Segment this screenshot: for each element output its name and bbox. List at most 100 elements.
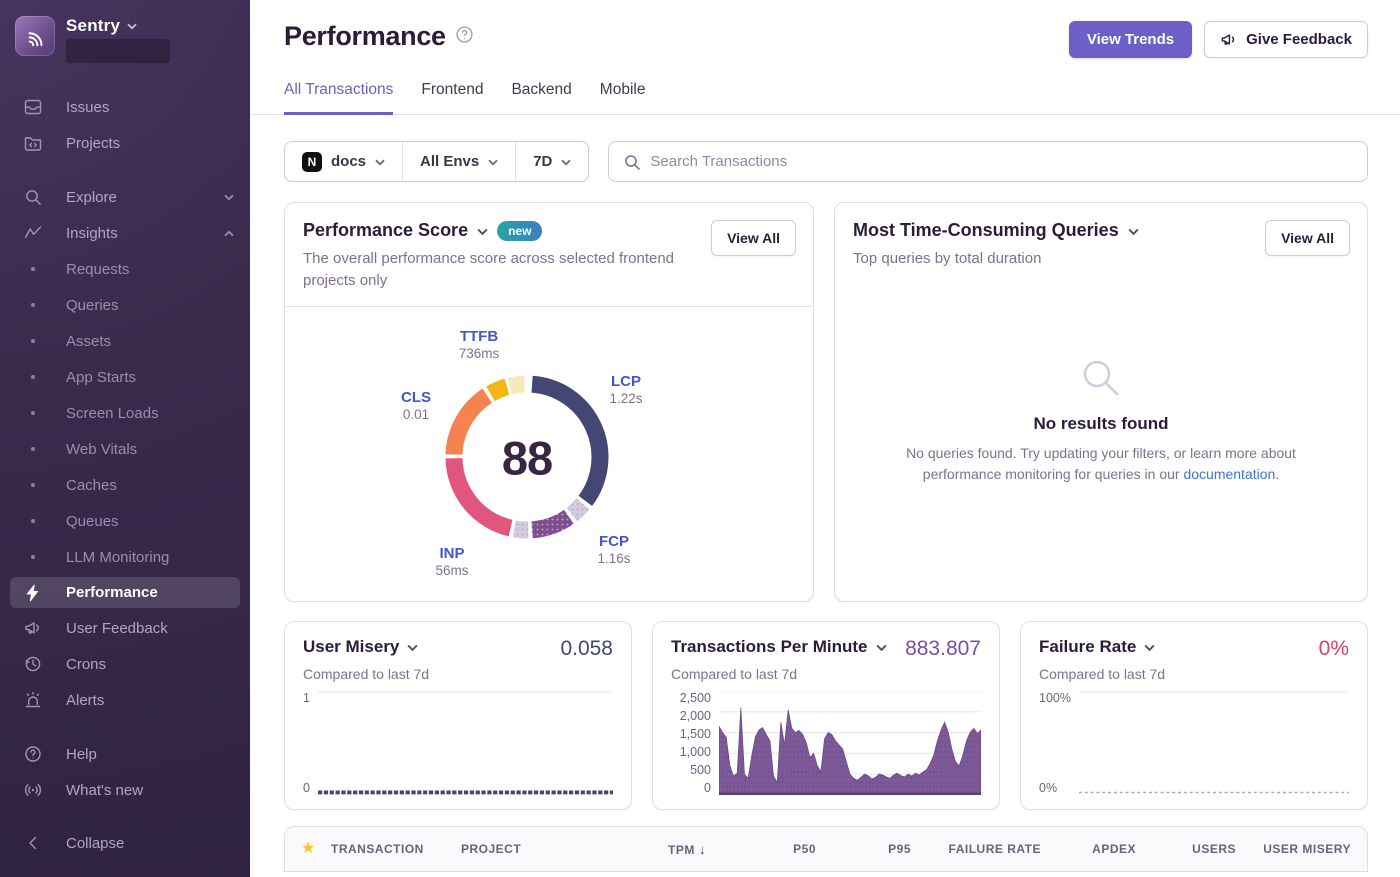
sidebar-item-requests[interactable]: Requests [0,251,250,287]
column-header-apdex[interactable]: APDEX [1041,842,1136,856]
y-axis-min: 0 [303,781,310,795]
sidebar-item-issues[interactable]: Issues [0,89,250,125]
vital-value: 56ms [435,563,468,580]
sidebar-item-explore[interactable]: Explore [0,179,250,215]
chevron-down-icon [488,153,498,170]
queries-card-title[interactable]: Most Time-Consuming Queries [853,220,1139,241]
tpm-title[interactable]: Transactions Per Minute [671,637,887,657]
sidebar-item-what-s-new[interactable]: What's new [0,772,250,808]
nav-support: Help What's new [0,736,250,808]
chevron-down-icon [1128,220,1139,241]
sidebar-item-label: Projects [66,135,120,152]
y-axis-max: 100% [1039,691,1071,705]
vital-name[interactable]: CLS [401,389,431,408]
column-header-p50[interactable]: P50 [706,842,816,856]
sidebar-item-app-starts[interactable]: App Starts [0,359,250,395]
search-icon [624,154,640,170]
tab-backend[interactable]: Backend [511,81,571,114]
sidebar-item-help[interactable]: Help [0,736,250,772]
empty-state: No results found No queries found. Try u… [835,270,1367,601]
column-header-transaction[interactable]: TRANSACTION [331,842,461,856]
vital-name[interactable]: TTFB [459,328,500,347]
failure-rate-title[interactable]: Failure Rate [1039,637,1155,657]
help-icon [24,745,42,763]
column-header-users[interactable]: USERS [1136,842,1236,856]
issues-icon [24,98,42,116]
failure-rate-card: Failure Rate 0% Compared to last 7d 100%… [1020,621,1368,810]
brand-name: Sentry [66,16,120,36]
magnifier-icon [1078,355,1124,401]
column-header-tpm[interactable]: TPM ↓ [596,842,706,857]
sidebar-item-screen-loads[interactable]: Screen Loads [0,395,250,431]
vital-value: 736ms [459,346,500,363]
date-range-filter[interactable]: 7D [515,142,588,181]
give-feedback-button[interactable]: Give Feedback [1204,21,1368,58]
tab-all-transactions[interactable]: All Transactions [284,81,393,115]
chevron-down-icon [224,194,234,201]
tpm-chart [719,691,981,795]
view-trends-button[interactable]: View Trends [1069,21,1192,58]
sidebar-item-caches[interactable]: Caches [0,467,250,503]
new-badge: new [497,221,542,241]
user-misery-title[interactable]: User Misery [303,637,418,657]
sidebar-item-web-vitals[interactable]: Web Vitals [0,431,250,467]
performance-score-title[interactable]: Performance Score new [303,220,693,241]
user-misery-subtitle: Compared to last 7d [303,666,613,682]
vital-name[interactable]: INP [435,545,468,564]
performance-score-donut-chart: 88 TTFB736msLCP1.22sCLS0.01INP56msFCP1.1… [285,307,813,605]
tab-frontend[interactable]: Frontend [421,81,483,114]
project-filter[interactable]: N docs [285,142,402,181]
sidebar-item-assets[interactable]: Assets [0,323,250,359]
column-header-failure-rate[interactable]: FAILURE RATE [911,842,1041,856]
sidebar-item-label: Issues [66,99,109,116]
sidebar-item-collapse[interactable]: Collapse [0,825,250,861]
sidebar-item-label: Insights [66,225,118,242]
sidebar-item-label: Help [66,746,97,763]
sidebar-item-llm-monitoring[interactable]: LLM Monitoring [0,539,250,575]
transactions-table-header: ★TRANSACTIONPROJECTTPM ↓P50P95FAILURE RA… [285,827,1367,871]
bullet-dot [24,303,42,307]
bullet-dot [24,411,42,415]
sidebar-item-insights[interactable]: Insights [0,215,250,251]
filter-bar: N docs All Envs 7D [250,115,1400,182]
question-circle-icon[interactable] [456,26,473,48]
chevron-down-icon [561,153,571,170]
give-feedback-label: Give Feedback [1246,31,1352,48]
sidebar-item-label: LLM Monitoring [66,549,169,566]
sidebar-item-queues[interactable]: Queues [0,503,250,539]
search-transactions-box[interactable] [608,141,1368,182]
performance-score-view-all-button[interactable]: View All [711,220,796,256]
bullet-dot [24,339,42,343]
documentation-link[interactable]: documentation [1183,466,1275,482]
column-header-user-misery[interactable]: USER MISERY [1236,842,1351,856]
queries-view-all-button[interactable]: View All [1265,220,1350,256]
sidebar-item-user-feedback[interactable]: User Feedback [0,610,250,646]
search-transactions-input[interactable] [650,153,1352,170]
star-icon[interactable]: ★ [301,841,331,857]
environment-filter[interactable]: All Envs [402,142,515,181]
bullet-dot [24,519,42,523]
main-content: Performance View Trends Give Feedback Al… [250,0,1400,877]
sidebar-item-queries[interactable]: Queries [0,287,250,323]
sidebar-item-label: Queues [66,513,119,530]
column-header-p95[interactable]: P95 [816,842,911,856]
vital-label-fcp: FCP1.16s [597,533,630,569]
sidebar-item-performance[interactable]: Performance [10,577,240,608]
performance-score-card: Performance Score new The overall perfor… [284,202,814,602]
y-axis-tick: 0 [671,781,711,795]
chevron-down-icon [477,220,488,241]
sidebar-item-crons[interactable]: Crons [0,646,250,682]
sidebar-item-projects[interactable]: Projects [0,125,250,161]
tab-mobile[interactable]: Mobile [600,81,646,114]
org-switcher[interactable]: Sentry [0,14,250,63]
user-misery-value: 0.058 [560,637,613,661]
chevron-down-icon [876,637,887,657]
chevron-up-icon [224,230,234,237]
vital-name[interactable]: LCP [609,373,642,392]
date-range-label: 7D [533,153,552,170]
vital-name[interactable]: FCP [597,533,630,552]
column-header-project[interactable]: PROJECT [461,842,596,856]
sidebar-item-alerts[interactable]: Alerts [0,682,250,718]
sidebar-item-label: Screen Loads [66,405,159,422]
chevron-down-icon [375,153,385,170]
